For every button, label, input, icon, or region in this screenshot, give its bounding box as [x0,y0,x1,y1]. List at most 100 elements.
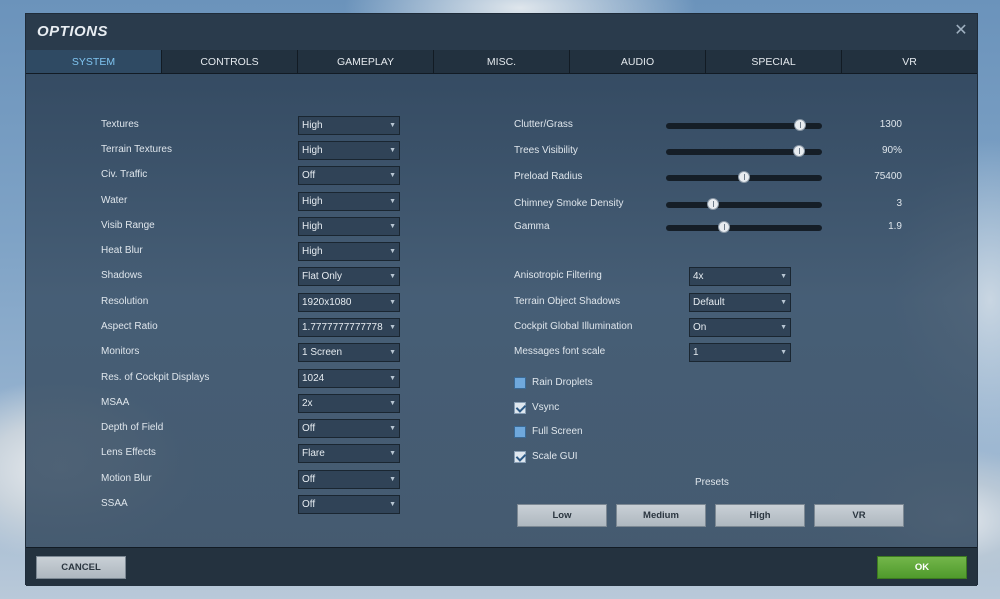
slider-row: Preload Radius 75400 [514,168,914,188]
slider-row: Clutter/Grass 1300 [514,116,914,136]
slider-track[interactable] [666,198,822,210]
chevron-down-icon: ▼ [389,425,396,432]
dropdown-value: 1024 [302,373,325,384]
checkbox-unchecked[interactable] [514,377,526,389]
preset-high-button[interactable]: High [715,504,805,527]
tab-controls[interactable]: CONTROLS [162,50,298,73]
checkbox-label[interactable]: Scale GUI [532,451,578,462]
setting-dropdown[interactable]: Flat Only ▼ [298,267,400,286]
setting-dropdown[interactable]: Default ▼ [689,293,791,312]
slider-label: Chimney Smoke Density [514,198,624,209]
setting-row: Anisotropic Filtering 4x ▼ [514,267,791,287]
setting-label: Water [101,195,128,206]
setting-label: Res. of Cockpit Displays [101,372,210,383]
setting-dropdown[interactable]: High ▼ [298,242,400,261]
tab-system[interactable]: SYSTEM [26,50,162,73]
setting-dropdown[interactable]: Flare ▼ [298,444,400,463]
setting-label: Depth of Field [101,422,164,433]
tab-audio[interactable]: AUDIO [570,50,706,73]
checkbox-label[interactable]: Vsync [532,402,559,413]
slider-label: Preload Radius [514,171,583,182]
chevron-down-icon: ▼ [389,400,396,407]
dropdown-value: High [302,246,323,257]
slider-label: Trees Visibility [514,145,578,156]
setting-dropdown[interactable]: High ▼ [298,192,400,211]
setting-dropdown[interactable]: 1.7777777777778 ▼ [298,318,400,337]
chevron-down-icon: ▼ [389,198,396,205]
setting-row: Civ. Traffic Off ▼ [101,166,400,186]
setting-label: Visib Range [101,220,155,231]
checkbox-checked[interactable] [514,402,526,414]
setting-row: Terrain Object Shadows Default ▼ [514,293,791,313]
setting-dropdown[interactable]: Off ▼ [298,495,400,514]
setting-label: Textures [101,119,139,130]
options-window: OPTIONS ✕ SYSTEM CONTROLS GAMEPLAY MISC. AUD… [25,13,978,586]
dropdown-value: Off [302,423,316,434]
slider-track[interactable] [666,119,822,131]
setting-label: Heat Blur [101,245,143,256]
checkbox-label[interactable]: Full Screen [532,426,583,437]
chevron-down-icon: ▼ [389,324,396,331]
checkbox-checked[interactable] [514,451,526,463]
setting-dropdown[interactable]: Off ▼ [298,470,400,489]
tab-vr[interactable]: VR [842,50,977,73]
setting-row: Resolution 1920x1080 ▼ [101,293,400,313]
dropdown-value: High [302,120,323,131]
dropdown-value: Flare [302,448,325,459]
dropdown-value: High [302,196,323,207]
slider-thumb[interactable] [738,171,750,183]
slider-track[interactable] [666,145,822,157]
setting-label: Resolution [101,296,149,307]
preset-low-button[interactable]: Low [517,504,607,527]
setting-dropdown[interactable]: High ▼ [298,116,400,135]
tab-special[interactable]: SPECIAL [706,50,842,73]
setting-dropdown[interactable]: 4x ▼ [689,267,791,286]
slider-track[interactable] [666,221,822,233]
slider-value: 90% [881,145,902,156]
setting-dropdown[interactable]: 1 Screen ▼ [298,343,400,362]
slider-thumb[interactable] [792,145,805,157]
slider-track[interactable] [666,171,822,183]
setting-row: Motion Blur Off ▼ [101,470,400,490]
close-icon[interactable]: ✕ [953,23,969,39]
checkbox-unchecked[interactable] [514,426,526,438]
slider-thumb[interactable] [706,198,719,210]
dropdown-value: 1.7777777777778 [302,322,383,333]
dropdown-value: Default [693,297,725,308]
setting-dropdown[interactable]: 2x ▼ [298,394,400,413]
setting-row: Res. of Cockpit Displays 1024 ▼ [101,369,400,389]
slider-row: Chimney Smoke Density 3 [514,195,914,215]
chevron-down-icon: ▼ [389,349,396,356]
setting-dropdown[interactable]: 1024 ▼ [298,369,400,388]
dropdown-value: High [302,221,323,232]
ok-button[interactable]: OK [877,556,967,579]
setting-row: MSAA 2x ▼ [101,394,400,414]
tab-misc[interactable]: MISC. [434,50,570,73]
setting-dropdown[interactable]: Off ▼ [298,419,400,438]
setting-dropdown[interactable]: 1920x1080 ▼ [298,293,400,312]
slider-value: 1.9 [888,221,902,232]
chevron-down-icon: ▼ [389,299,396,306]
dropdown-value: Off [302,499,316,510]
preset-medium-button[interactable]: Medium [616,504,706,527]
slider-thumb[interactable] [794,119,807,131]
slider-value: 1300 [879,119,902,130]
title-bar: OPTIONS ✕ [26,14,977,50]
setting-dropdown[interactable]: High ▼ [298,141,400,160]
dropdown-value: Off [302,170,316,181]
dropdown-value: Off [302,474,316,485]
setting-row: Shadows Flat Only ▼ [101,267,400,287]
slider-value: 3 [896,198,902,209]
setting-dropdown[interactable]: High ▼ [298,217,400,236]
setting-row: SSAA Off ▼ [101,495,400,515]
setting-dropdown[interactable]: 1 ▼ [689,343,791,362]
slider-thumb[interactable] [717,221,730,233]
checkbox-label[interactable]: Rain Droplets [532,377,593,388]
tab-bar: SYSTEM CONTROLS GAMEPLAY MISC. AUDIO SPECIAL V… [26,50,977,74]
cancel-button[interactable]: CANCEL [36,556,126,579]
setting-row: Lens Effects Flare ▼ [101,444,400,464]
tab-gameplay[interactable]: GAMEPLAY [298,50,434,73]
setting-dropdown[interactable]: Off ▼ [298,166,400,185]
setting-dropdown[interactable]: On ▼ [689,318,791,337]
preset-vr-button[interactable]: VR [814,504,904,527]
